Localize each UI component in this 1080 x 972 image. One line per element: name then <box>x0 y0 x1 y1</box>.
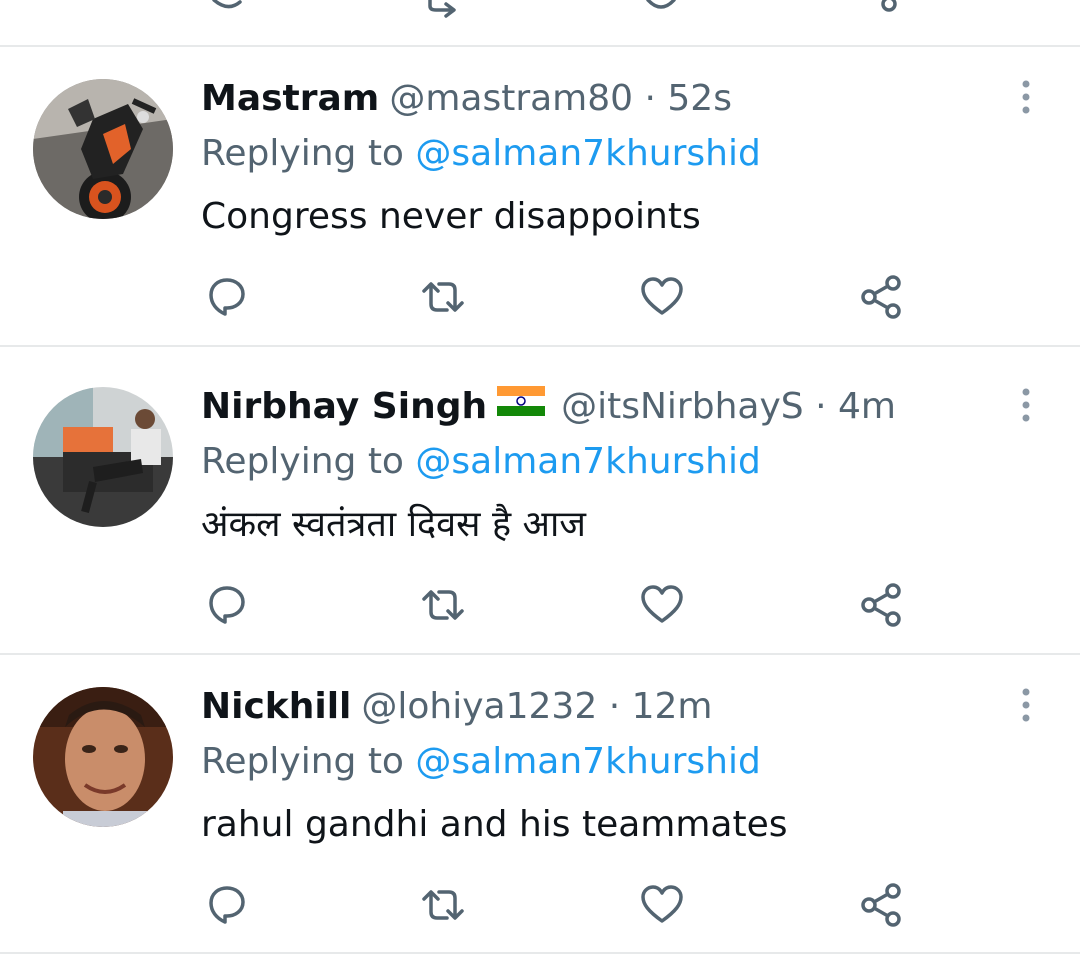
tweet-header: Mastram @mastram80 · 52s <box>201 77 732 121</box>
tweet-time[interactable]: · 12m <box>609 686 713 727</box>
retweet-button[interactable] <box>415 577 471 633</box>
retweet-icon <box>422 590 464 620</box>
retweet-button[interactable] <box>415 269 471 325</box>
share-button[interactable] <box>853 269 909 325</box>
share-button[interactable] <box>853 877 909 933</box>
reply-button[interactable] <box>199 269 255 325</box>
display-name[interactable]: Nirbhay Singh <box>201 386 487 427</box>
avatar[interactable] <box>33 687 173 827</box>
more-vertical-icon <box>1022 80 1030 114</box>
avatar[interactable] <box>33 79 173 219</box>
like-button[interactable] <box>634 269 690 325</box>
user-handle[interactable]: @mastram80 <box>389 78 633 119</box>
previous-tweet-actions-partial <box>212 0 897 18</box>
retweet-icon <box>422 282 464 312</box>
like-button[interactable] <box>634 877 690 933</box>
tweet-card[interactable]: Nickhill @lohiya1232 · 12m Replying to @s… <box>0 655 1080 961</box>
tweet-time[interactable]: · 52s <box>645 78 732 119</box>
replying-to-label: Replying to <box>201 133 404 174</box>
tweet-header: Nirbhay Singh @itsNirbhayS · 4m <box>201 385 896 429</box>
tweet-card[interactable]: Nirbhay Singh @itsNirbhayS · 4m Replying … <box>0 355 1080 661</box>
more-options-button[interactable] <box>1006 75 1046 119</box>
more-vertical-icon <box>1022 688 1030 722</box>
reply-button[interactable] <box>199 577 255 633</box>
replying-to: Replying to @salman7khurshid <box>201 440 761 484</box>
display-name[interactable]: Mastram <box>201 78 379 119</box>
reply-icon <box>209 586 245 624</box>
display-name[interactable]: Nickhill <box>201 686 351 727</box>
avatar[interactable] <box>33 387 173 527</box>
replying-to-label: Replying to <box>201 741 404 782</box>
share-button[interactable] <box>853 577 909 633</box>
replying-to: Replying to @salman7khurshid <box>201 740 761 784</box>
reply-to-mention[interactable]: @salman7khurshid <box>415 133 760 174</box>
motorcycle-photo <box>33 79 173 219</box>
user-handle[interactable]: @itsNirbhayS <box>561 386 804 427</box>
retweet-icon <box>422 890 464 920</box>
tweet-time[interactable]: · 4m <box>815 386 896 427</box>
tweet-text: Congress never disappoints <box>201 196 701 237</box>
tweet-divider <box>0 952 1080 954</box>
tweet-divider <box>0 345 1080 347</box>
tweet-card[interactable]: Mastram @mastram80 · 52s Replying to @sal… <box>0 47 1080 353</box>
share-icon <box>861 883 901 927</box>
retweet-button[interactable] <box>415 877 471 933</box>
reply-icon <box>209 278 245 316</box>
more-vertical-icon <box>1022 388 1030 422</box>
like-button[interactable] <box>634 577 690 633</box>
reply-to-mention[interactable]: @salman7khurshid <box>415 741 760 782</box>
like-icon <box>641 277 683 315</box>
share-icon <box>861 275 901 319</box>
more-options-button[interactable] <box>1006 683 1046 727</box>
smiling-man-photo <box>33 687 173 827</box>
share-icon <box>861 583 901 627</box>
previous-tweet-action-bar <box>0 0 1080 46</box>
like-icon <box>641 885 683 923</box>
reply-to-mention[interactable]: @salman7khurshid <box>415 441 760 482</box>
tweet-header: Nickhill @lohiya1232 · 12m <box>201 685 712 729</box>
tweet-text: rahul gandhi and his teammates <box>201 804 788 845</box>
tweet-text: अंकल स्वतंत्रता दिवस है आज <box>201 504 587 545</box>
more-options-button[interactable] <box>1006 383 1046 427</box>
like-icon <box>641 585 683 623</box>
man-on-sofa-photo <box>33 387 173 527</box>
user-handle[interactable]: @lohiya1232 <box>361 686 597 727</box>
reply-icon <box>209 886 245 924</box>
replying-to-label: Replying to <box>201 441 404 482</box>
replying-to: Replying to @salman7khurshid <box>201 132 761 176</box>
india-flag-icon <box>497 383 546 427</box>
reply-button[interactable] <box>199 877 255 933</box>
